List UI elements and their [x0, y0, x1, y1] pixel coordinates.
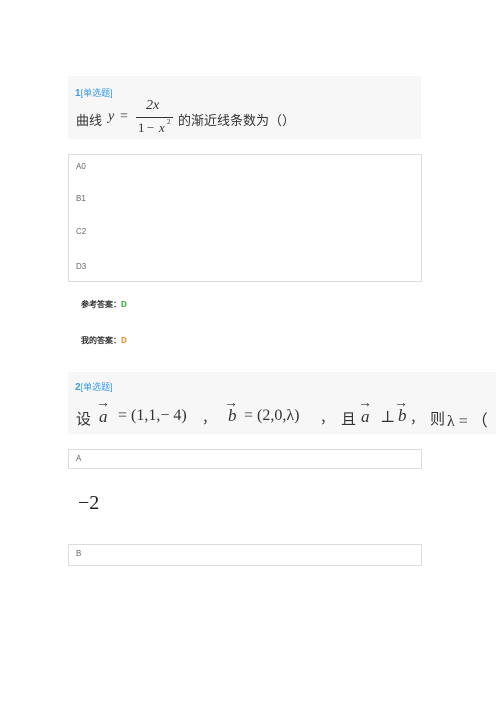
comma-2: ， — [320, 410, 334, 426]
vector-a-value: = (1,1,− 4) — [118, 407, 187, 424]
question-2-tag: 2[单选题] — [75, 380, 113, 393]
question-1-type: [单选题] — [80, 88, 113, 98]
vector-b2: b — [398, 406, 407, 425]
lambda-equals: λ = （ — [447, 413, 488, 428]
option-b-label: B — [76, 549, 82, 558]
vector-b-value: = (2,0,λ) — [244, 407, 300, 424]
question-2-option-b-box[interactable]: B — [68, 544, 422, 566]
fraction-den-minus: − — [147, 120, 155, 135]
reference-answer-value: D — [121, 300, 127, 309]
question-2-type: [单选题] — [80, 382, 113, 392]
question-1-stem: 曲线 y = 2x 1 − x 2 的渐近线条数为（） — [76, 98, 416, 138]
question-1-suffix: 的渐近线条数为（） — [178, 113, 296, 128]
question-1-eq: = — [120, 109, 128, 124]
option-d[interactable]: D3 — [76, 262, 86, 271]
question-1-y: y — [108, 109, 115, 124]
question-2-she: 设 — [76, 411, 92, 428]
question-2-stem: 设 → a = (1,1,− 4) ， → b = (2,0,λ) ， 且 → … — [76, 396, 496, 428]
question-2-qie: 且 — [341, 411, 357, 428]
perpendicular-symbol: ⊥ — [380, 409, 396, 426]
option-a-label: A — [76, 454, 82, 463]
reference-answer-label: 参考答案： — [81, 300, 121, 309]
vector-a2: a — [361, 407, 370, 426]
fraction-den-x: x — [159, 120, 165, 135]
my-answer-value: D — [121, 336, 127, 345]
reference-answer: 参考答案：D — [81, 299, 127, 310]
question-1-fraction: 2x 1 − x 2 — [136, 98, 174, 138]
fraction-den-one: 1 — [138, 120, 145, 135]
my-answer: 我的答案：D — [81, 335, 127, 346]
option-c[interactable]: C2 — [76, 227, 86, 236]
question-2-option-a-box[interactable]: A — [68, 449, 422, 469]
question-1-options: A0 B1 C2 D3 — [68, 154, 422, 282]
option-b[interactable]: B1 — [76, 194, 86, 203]
option-a[interactable]: A0 — [76, 162, 86, 171]
fraction-den-exp: 2 — [167, 118, 171, 126]
my-answer-label: 我的答案： — [81, 336, 121, 345]
vector-a: a — [99, 407, 108, 426]
comma-3: ， — [410, 410, 424, 426]
question-2-header: 2[单选题] 设 → a = (1,1,− 4) ， → b = (2,0,λ)… — [68, 372, 496, 434]
question-2-ze: 则 — [430, 411, 446, 428]
question-1-header: 1 [单选题] 曲线 y = 2x 1 − x 2 的渐近线条数为（） — [68, 76, 421, 139]
vector-b: b — [228, 406, 237, 425]
comma-1: ， — [202, 410, 216, 426]
option-a-value: −2 — [78, 492, 100, 514]
fraction-numerator: 2x — [146, 98, 160, 113]
question-1-prefix: 曲线 — [76, 113, 103, 128]
